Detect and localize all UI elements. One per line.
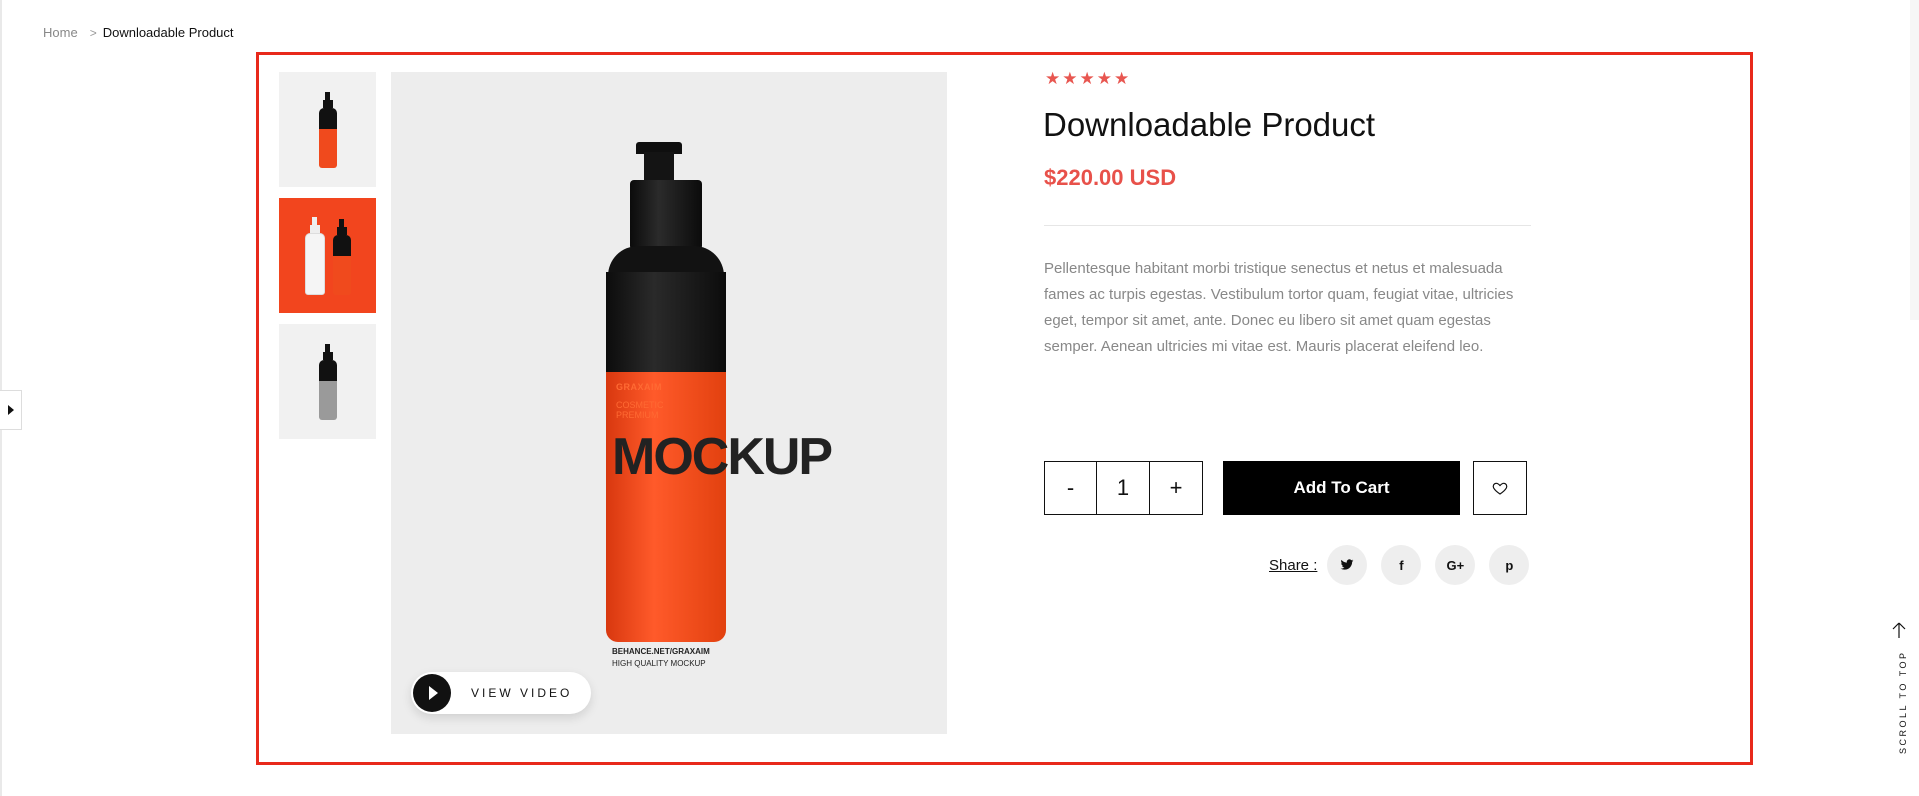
bottle-big-text: MOCKUP <box>612 428 833 486</box>
share-label: Share : <box>1269 556 1318 574</box>
product-title: Downloadable Product <box>1043 106 1376 143</box>
product-price: $220.00 USD <box>1044 165 1177 190</box>
quantity-input[interactable]: 1 <box>1097 461 1150 515</box>
bottle-image <box>318 343 337 420</box>
google-plus-icon[interactable]: G+ <box>1435 545 1476 585</box>
gallery-thumbnail-1[interactable] <box>279 72 376 187</box>
star-icon: ★ <box>1062 69 1078 88</box>
star-icon: ★ <box>1079 69 1095 88</box>
quantity-stepper: - 1 + <box>1044 461 1203 515</box>
bottle-url-text: BEHANCE.NET/GRAXAIM <box>612 647 710 656</box>
divider <box>1044 225 1531 226</box>
breadcrumb-separator: > <box>89 25 97 40</box>
main-product-image[interactable]: GRAXAIM COSMETIC PREMIUM MOCKUP BEHANCE.… <box>391 72 947 734</box>
arrow-up-icon <box>1892 622 1906 638</box>
bottle-brand-text: GRAXAIM <box>616 382 662 392</box>
scrollbar[interactable] <box>1910 0 1919 320</box>
caret-right-icon <box>7 405 14 415</box>
product-description: Pellentesque habitant morbi tristique se… <box>1044 260 1514 355</box>
heart-icon <box>1492 482 1508 495</box>
scroll-to-top-button[interactable]: SCROLL TO TOP <box>1886 622 1910 762</box>
bottle-quality-text: HIGH QUALITY MOCKUP <box>612 659 706 668</box>
scroll-to-top-label: SCROLL TO TOP <box>1898 650 1908 754</box>
gallery-thumbnail-3[interactable] <box>279 324 376 439</box>
wishlist-button[interactable] <box>1473 461 1527 515</box>
star-icon: ★ <box>1096 69 1112 88</box>
twitter-icon[interactable] <box>1327 545 1368 585</box>
side-panel-toggle[interactable] <box>0 390 22 430</box>
bottle-subtitle-text: COSMETIC PREMIUM <box>616 400 664 420</box>
breadcrumb-current: Downloadable Product <box>102 25 234 40</box>
breadcrumb-home-link[interactable]: Home <box>43 25 78 40</box>
facebook-icon[interactable]: f <box>1381 545 1422 585</box>
quantity-decrease-button[interactable]: - <box>1044 461 1097 515</box>
star-icon: ★ <box>1114 69 1130 88</box>
add-to-cart-button[interactable]: Add To Cart <box>1223 461 1460 515</box>
quantity-increase-button[interactable]: + <box>1150 461 1203 515</box>
star-icon: ★ <box>1045 69 1061 88</box>
share-bar: Share : f G+ p <box>1269 545 1530 585</box>
bottles-image <box>304 216 351 295</box>
view-video-button[interactable]: VIEW VIDEO <box>411 672 591 714</box>
play-icon <box>413 674 451 712</box>
pinterest-icon[interactable]: p <box>1489 545 1530 585</box>
breadcrumb: Home > Downloadable Product <box>43 25 234 40</box>
view-video-label: VIEW VIDEO <box>471 686 573 700</box>
star-rating: ★ ★ ★ ★ ★ <box>1045 70 1129 87</box>
product-bottle-image: GRAXAIM COSMETIC PREMIUM MOCKUP BEHANCE.… <box>606 142 833 702</box>
bottle-image <box>318 91 337 168</box>
gallery-thumbnail-2[interactable] <box>279 198 376 313</box>
